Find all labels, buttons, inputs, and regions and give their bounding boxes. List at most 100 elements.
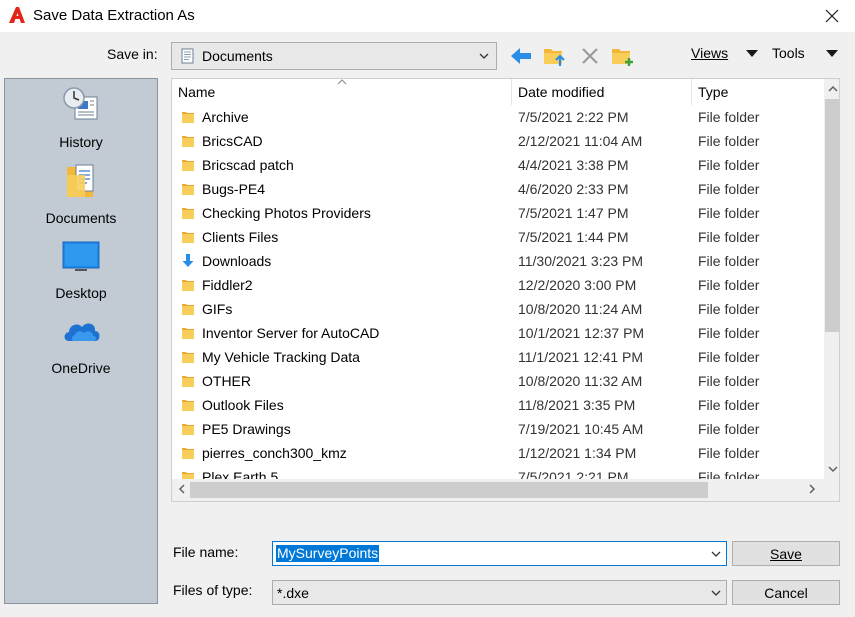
file-row[interactable]: Archive 7/5/2021 2:22 PM File folder xyxy=(172,105,824,129)
up-one-level-button[interactable] xyxy=(543,44,567,68)
file-row[interactable]: pierres_conch300_kmz 1/12/2021 1:34 PM Fil… xyxy=(172,441,824,465)
file-row[interactable]: Outlook Files 11/8/2021 3:35 PM File folde… xyxy=(172,393,824,417)
place-label: History xyxy=(59,134,103,150)
file-type-cell: File folder xyxy=(698,229,760,245)
folder-icon xyxy=(182,448,194,459)
delete-button[interactable] xyxy=(578,44,602,68)
up-folder-icon xyxy=(544,49,565,66)
file-date-cell: 7/19/2021 10:45 AM xyxy=(518,421,644,437)
file-row[interactable]: Downloads 11/30/2021 3:23 PM File folder xyxy=(172,249,824,273)
file-row[interactable]: Plex.Earth 5 7/5/2021 2:21 PM File folder xyxy=(172,465,824,479)
file-name-cell: My Vehicle Tracking Data xyxy=(202,349,360,365)
folder-icon xyxy=(182,160,194,171)
file-type-cell: File folder xyxy=(698,397,760,413)
sort-ascending-icon xyxy=(337,79,347,85)
file-date-cell: 10/1/2021 12:37 PM xyxy=(518,325,645,341)
file-type-cell: File folder xyxy=(698,421,760,437)
cancel-button[interactable]: Cancel xyxy=(732,580,840,605)
download-icon xyxy=(182,254,194,267)
file-row[interactable]: Inventor Server for AutoCAD 10/1/2021 12:… xyxy=(172,321,824,345)
file-type-cell: File folder xyxy=(698,301,760,317)
column-header-date-modified[interactable]: Date modified xyxy=(518,84,604,100)
save-button[interactable]: Save xyxy=(732,541,840,566)
folder-icon xyxy=(182,376,194,387)
documents-icon xyxy=(67,164,94,197)
file-list-header: Name Date modified Type xyxy=(172,79,824,105)
file-name-cell: Bricscad patch xyxy=(202,157,294,173)
file-name-input[interactable]: MySurveyPoints xyxy=(272,541,727,566)
scroll-left-icon[interactable] xyxy=(178,484,186,494)
files-of-type-dropdown[interactable]: *.dxe xyxy=(272,580,727,605)
file-row[interactable]: OTHER 10/8/2020 11:32 AM File folder xyxy=(172,369,824,393)
place-onedrive[interactable]: OneDrive xyxy=(5,311,157,376)
place-documents[interactable]: Documents xyxy=(5,161,157,226)
views-label: Views xyxy=(691,45,729,61)
file-date-cell: 4/4/2021 3:38 PM xyxy=(518,157,629,173)
chevron-down-icon[interactable] xyxy=(710,548,722,560)
file-row[interactable]: Bugs-PE4 4/6/2020 2:33 PM File folder xyxy=(172,177,824,201)
horizontal-scroll-thumb[interactable] xyxy=(190,482,708,498)
file-date-cell: 10/8/2020 11:32 AM xyxy=(518,373,643,389)
folder-icon xyxy=(182,424,194,435)
file-name-cell: PE5 Drawings xyxy=(202,421,291,437)
file-date-cell: 7/5/2021 2:22 PM xyxy=(518,109,629,125)
column-divider[interactable] xyxy=(691,79,692,105)
tools-dropdown-icon[interactable] xyxy=(826,50,838,57)
places-sidebar: History Documents Desktop OneDrive xyxy=(4,78,158,604)
file-type-cell: File folder xyxy=(698,277,760,293)
file-name-cell: Plex.Earth 5 xyxy=(202,469,279,479)
delete-icon xyxy=(582,48,598,64)
save-in-label: Save in: xyxy=(107,46,158,62)
vertical-scroll-thumb[interactable] xyxy=(825,99,839,332)
file-date-cell: 1/12/2021 1:34 PM xyxy=(518,445,637,461)
file-name-value[interactable]: MySurveyPoints xyxy=(276,545,380,562)
column-header-name[interactable]: Name xyxy=(178,84,215,100)
file-row[interactable]: Clients Files 7/5/2021 1:44 PM File folder xyxy=(172,225,824,249)
file-name-cell: GIFs xyxy=(202,301,233,317)
files-of-type-label: Files of type: xyxy=(173,582,253,598)
cancel-button-label: Cancel xyxy=(764,584,808,601)
back-button[interactable] xyxy=(509,44,533,68)
scroll-up-icon[interactable] xyxy=(828,85,838,93)
file-row[interactable]: Fiddler2 12/2/2020 3:00 PM File folder xyxy=(172,273,824,297)
horizontal-scrollbar[interactable] xyxy=(172,479,824,501)
place-desktop[interactable]: Desktop xyxy=(5,236,157,301)
file-name-cell: OTHER xyxy=(202,373,251,389)
file-date-cell: 11/30/2021 3:23 PM xyxy=(518,253,644,269)
file-type-cell: File folder xyxy=(698,253,760,269)
folder-icon xyxy=(182,328,194,339)
views-menu-button[interactable]: Views xyxy=(691,45,728,61)
place-history[interactable]: History xyxy=(5,85,157,150)
file-type-cell: File folder xyxy=(698,445,760,461)
views-dropdown-icon[interactable] xyxy=(746,50,758,57)
scroll-right-icon[interactable] xyxy=(808,484,816,494)
folder-icon xyxy=(182,304,194,315)
file-type-cell: File folder xyxy=(698,325,760,341)
file-row[interactable]: BricsCAD 2/12/2021 11:04 AM File folder xyxy=(172,129,824,153)
scroll-down-icon[interactable] xyxy=(828,465,838,473)
vertical-scrollbar[interactable] xyxy=(824,79,839,479)
save-in-dropdown[interactable]: Documents xyxy=(171,42,497,70)
file-name-cell: pierres_conch300_kmz xyxy=(202,445,347,461)
folder-icon xyxy=(182,208,194,219)
file-name-cell: Inventor Server for AutoCAD xyxy=(202,325,380,341)
files-of-type-value: *.dxe xyxy=(277,585,309,601)
create-new-folder-button[interactable] xyxy=(611,44,635,68)
file-row[interactable]: Checking Photos Providers 7/5/2021 1:47 P… xyxy=(172,201,824,225)
tools-menu-button[interactable]: Tools xyxy=(772,45,805,61)
file-row[interactable]: GIFs 10/8/2020 11:24 AM File folder xyxy=(172,297,824,321)
back-arrow-icon xyxy=(511,48,531,64)
close-button[interactable] xyxy=(809,0,855,32)
file-row[interactable]: PE5 Drawings 7/19/2021 10:45 AM File folde… xyxy=(172,417,824,441)
documents-small-icon xyxy=(181,48,194,64)
column-divider[interactable] xyxy=(511,79,512,105)
file-name-cell: Downloads xyxy=(202,253,272,269)
file-row[interactable]: My Vehicle Tracking Data 11/1/2021 12:41 … xyxy=(172,345,824,369)
column-header-type[interactable]: Type xyxy=(698,84,728,100)
file-date-cell: 10/8/2020 11:24 AM xyxy=(518,301,643,317)
file-name-cell: BricsCAD xyxy=(202,133,263,149)
file-row[interactable]: Bricscad patch 4/4/2021 3:38 PM File folde… xyxy=(172,153,824,177)
file-name-cell: Fiddler2 xyxy=(202,277,253,293)
file-name-cell: Archive xyxy=(202,109,249,125)
folder-icon xyxy=(182,136,194,147)
